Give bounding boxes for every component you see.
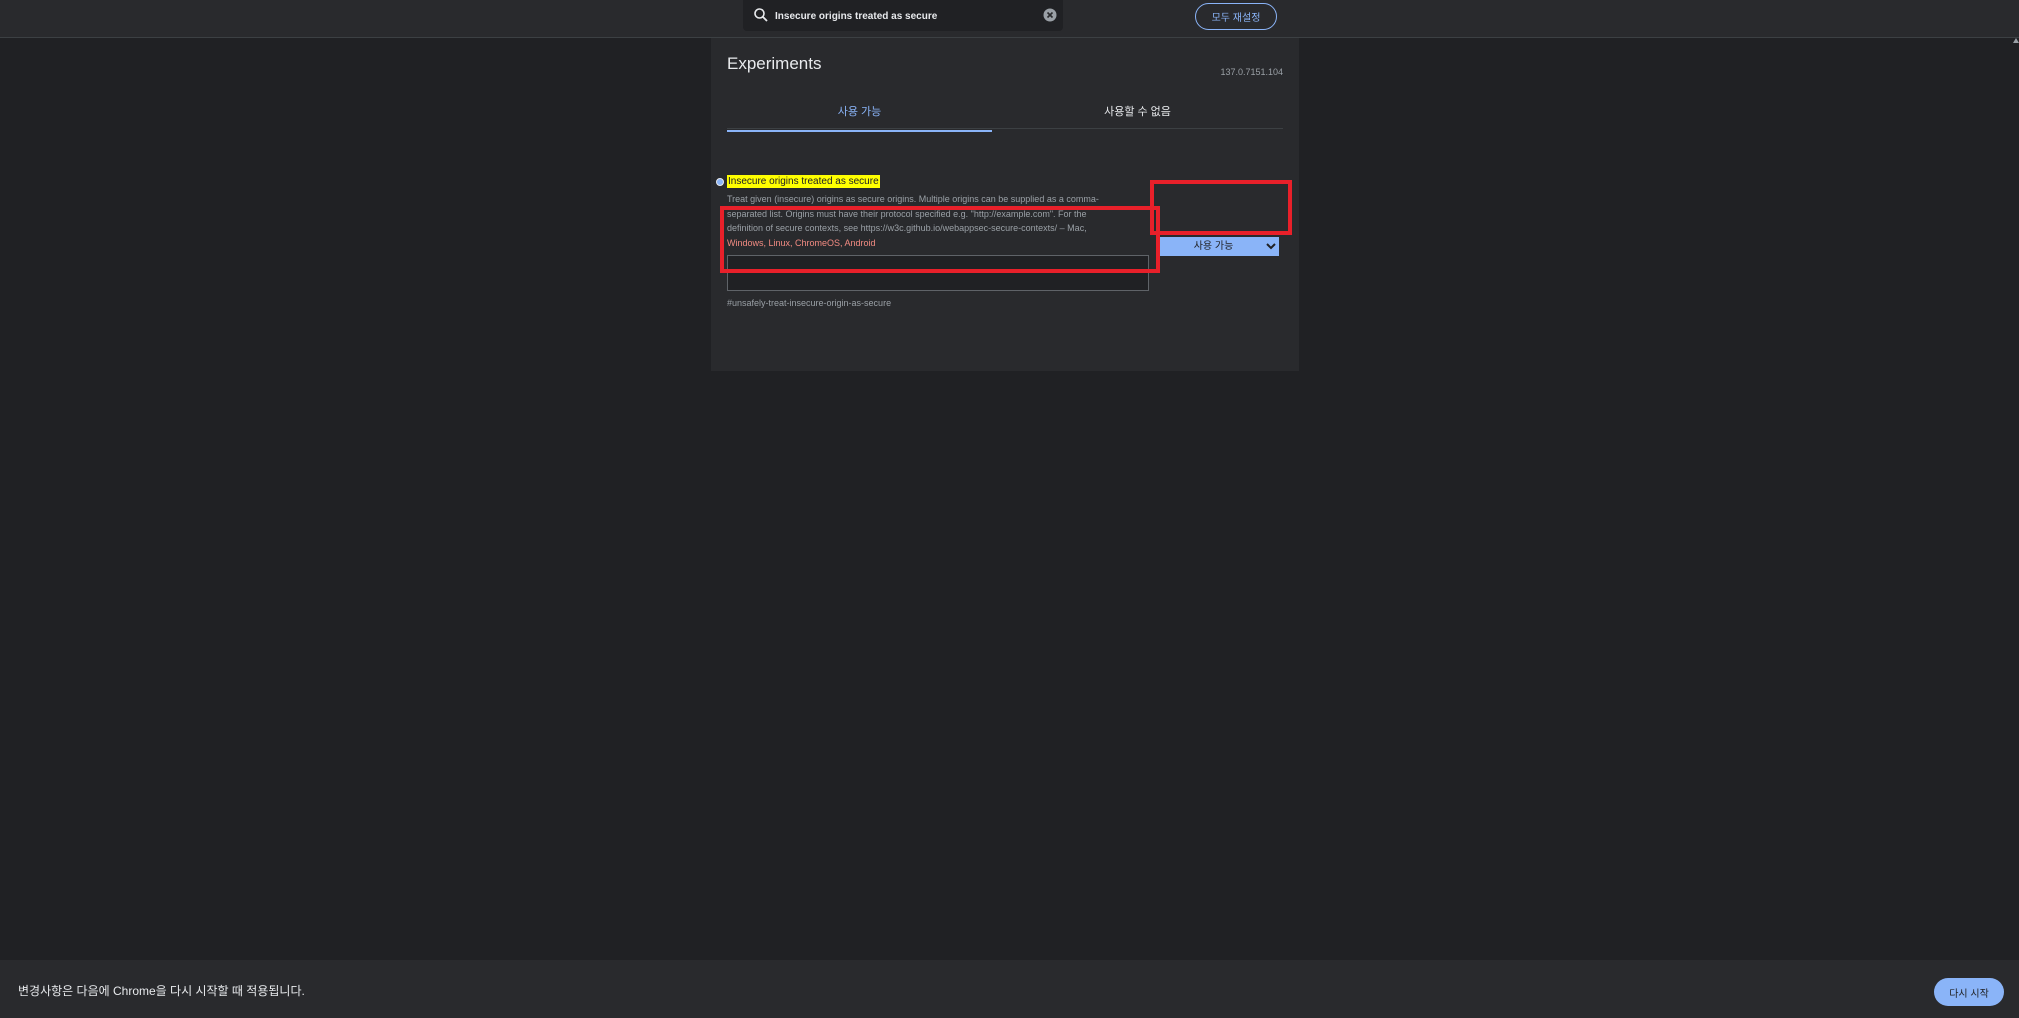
- description-line: Treat given (insecure) origins as secure…: [727, 194, 1099, 204]
- tab-unavailable[interactable]: 사용할 수 없음: [992, 94, 1283, 130]
- experiments-panel: Experiments 137.0.7151.104 사용 가능 사용할 수 없…: [711, 38, 1299, 371]
- flag-description: Treat given (insecure) origins as secure…: [727, 192, 1151, 250]
- description-line: separated list. Origins must have their …: [727, 208, 1087, 219]
- search-icon: [754, 8, 768, 22]
- page-title: Experiments: [727, 54, 822, 73]
- header-bar: 모두 재설정: [0, 0, 2019, 38]
- flag-name: Insecure origins treated as secure: [727, 175, 880, 188]
- modified-indicator-icon: [716, 178, 724, 186]
- reset-all-button[interactable]: 모두 재설정: [1195, 3, 1277, 30]
- version-label: 137.0.7151.104: [1220, 67, 1283, 77]
- flag-anchor-link[interactable]: #unsafely-treat-insecure-origin-as-secur…: [727, 298, 891, 308]
- relaunch-bar: 변경사항은 다음에 Chrome을 다시 시작할 때 적용됩니다. 다시 시작: [0, 960, 2019, 1018]
- description-line: definition of secure contexts, see https…: [727, 223, 1087, 233]
- relaunch-button[interactable]: 다시 시작: [1934, 978, 2004, 1006]
- clear-search-icon[interactable]: [1043, 8, 1057, 22]
- search-input[interactable]: [773, 4, 1027, 28]
- flag-state-select[interactable]: 사용 가능: [1160, 237, 1279, 256]
- relaunch-message: 변경사항은 다음에 Chrome을 다시 시작할 때 적용됩니다.: [18, 984, 305, 998]
- origins-textarea[interactable]: [727, 255, 1149, 291]
- tab-available[interactable]: 사용 가능: [727, 94, 992, 132]
- flag-item: Insecure origins treated as secure Treat…: [711, 134, 1299, 314]
- scroll-up-arrow-icon[interactable]: [2013, 38, 2019, 43]
- tab-divider: [727, 128, 1283, 129]
- flag-platforms: Windows, Linux, ChromeOS, Android: [727, 237, 876, 248]
- scrollbar[interactable]: [2013, 38, 2019, 960]
- search-box[interactable]: [743, 0, 1063, 31]
